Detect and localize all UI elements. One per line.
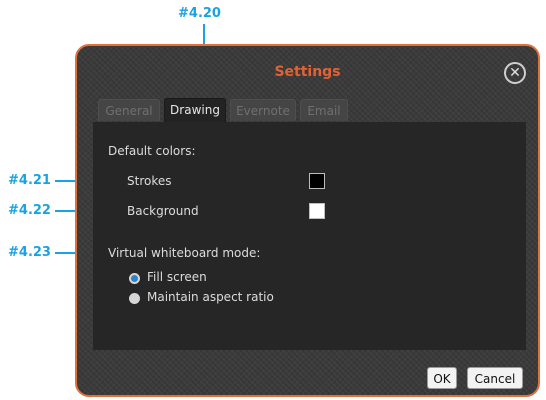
callout-strokes: #4.21 bbox=[8, 173, 51, 188]
fill-screen-label[interactable]: Fill screen bbox=[147, 270, 207, 284]
whiteboard-mode-heading: Virtual whiteboard mode: bbox=[108, 246, 261, 260]
default-colors-heading: Default colors: bbox=[108, 144, 196, 158]
callout-background: #4.22 bbox=[8, 203, 51, 218]
callout-tab-drawing: #4.20 bbox=[178, 6, 221, 21]
background-label: Background bbox=[127, 204, 199, 218]
strokes-color-swatch[interactable] bbox=[309, 173, 325, 189]
background-color-swatch[interactable] bbox=[309, 203, 325, 219]
maintain-aspect-ratio-label[interactable]: Maintain aspect ratio bbox=[147, 290, 274, 304]
callout-whiteboard-mode: #4.23 bbox=[8, 245, 51, 260]
maintain-aspect-ratio-radio[interactable] bbox=[129, 293, 140, 304]
settings-dialog: Settings ✕ General Drawing Evernote Emai… bbox=[75, 44, 540, 397]
tab-email[interactable]: Email bbox=[300, 99, 348, 121]
tab-general[interactable]: General bbox=[98, 99, 160, 121]
tab-evernote[interactable]: Evernote bbox=[230, 99, 296, 121]
dialog-title: Settings bbox=[274, 64, 341, 80]
drawing-panel: Default colors: Strokes Background Virtu… bbox=[93, 122, 526, 350]
cancel-button[interactable]: Cancel bbox=[467, 367, 523, 389]
fill-screen-radio[interactable] bbox=[129, 273, 140, 284]
close-icon[interactable]: ✕ bbox=[504, 62, 526, 84]
tab-drawing[interactable]: Drawing bbox=[164, 98, 226, 122]
ok-button[interactable]: OK bbox=[427, 367, 457, 389]
strokes-label: Strokes bbox=[127, 174, 172, 188]
